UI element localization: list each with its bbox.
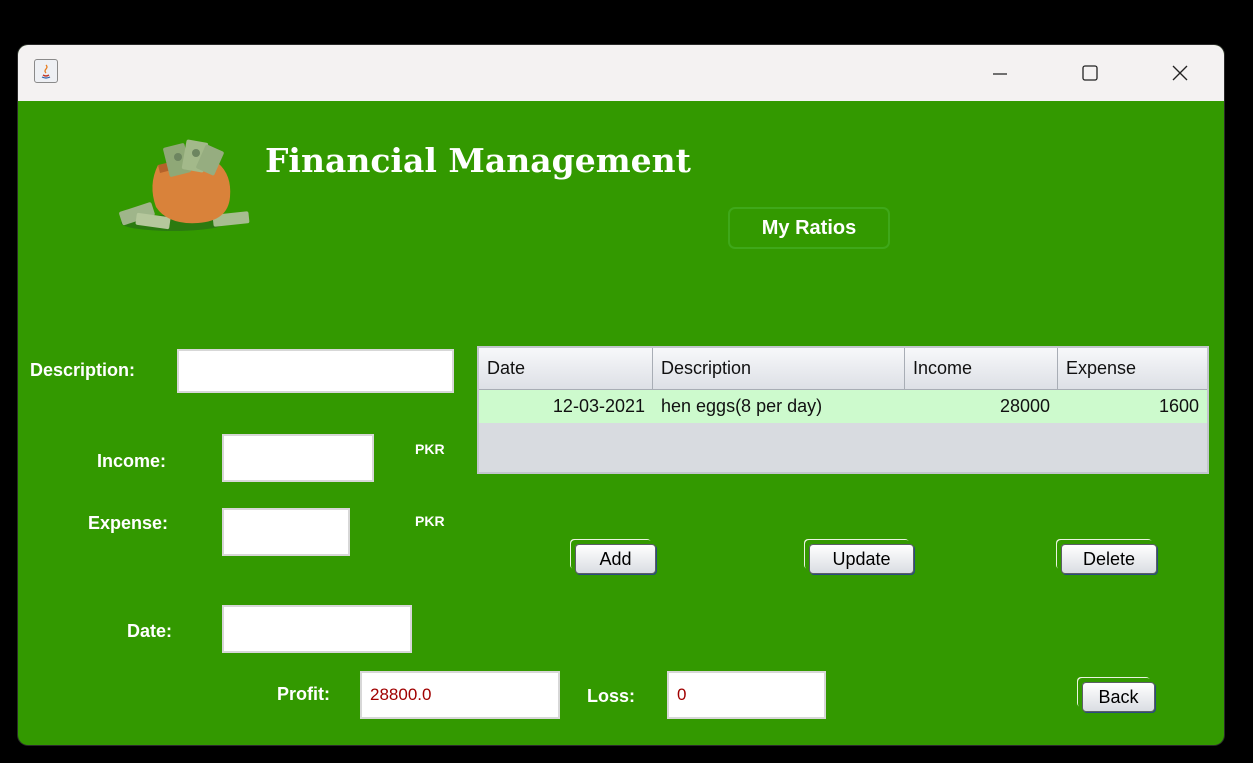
add-button[interactable]: Add (575, 544, 656, 574)
expense-label: Expense: (88, 513, 169, 533)
cell-expense: 1600 (1158, 396, 1199, 416)
income-label: Income: (97, 451, 167, 471)
java-app-icon (34, 59, 58, 83)
table-row[interactable]: 12-03-2021 hen eggs(8 per day) 28000 160… (479, 390, 1207, 423)
loss-field[interactable] (667, 671, 826, 719)
column-header-date[interactable]: Date (479, 348, 653, 389)
income-input[interactable] (222, 434, 374, 482)
loss-label: Loss: (587, 686, 636, 706)
close-icon (1172, 65, 1188, 81)
table-header: Date Description Income Expense (479, 348, 1207, 390)
expense-unit-label: PKR (415, 513, 445, 529)
column-header-expense[interactable]: Expense (1058, 348, 1207, 389)
transactions-table: Date Description Income Expense 12-03-20… (477, 346, 1209, 474)
profit-field[interactable] (360, 671, 560, 719)
maximize-button[interactable] (1060, 45, 1120, 101)
expense-input[interactable] (222, 508, 350, 556)
main-panel: Financial Management My Ratios Descripti… (18, 101, 1224, 745)
column-header-description[interactable]: Description (653, 348, 905, 389)
cell-description: hen eggs(8 per day) (661, 396, 823, 416)
income-unit-label: PKR (415, 441, 445, 457)
column-header-income[interactable]: Income (905, 348, 1058, 389)
cell-income: 28000 (999, 396, 1050, 416)
description-input[interactable] (177, 349, 454, 393)
date-label: Date: (127, 621, 173, 641)
delete-button[interactable]: Delete (1061, 544, 1157, 574)
money-bag-icon (119, 139, 250, 231)
app-window: Financial Management My Ratios Descripti… (18, 45, 1224, 745)
description-label: Description: (30, 360, 136, 380)
my-ratios-button[interactable]: My Ratios (728, 207, 890, 249)
minimize-button[interactable] (970, 45, 1030, 101)
back-button[interactable]: Back (1082, 682, 1155, 712)
profit-label: Profit: (277, 684, 330, 704)
update-button[interactable]: Update (809, 544, 914, 574)
maximize-icon (1082, 65, 1098, 81)
title-bar (18, 45, 1224, 101)
cell-date: 12-03-2021 (552, 396, 645, 416)
app-title: Financial Management (265, 141, 691, 180)
minimize-icon (993, 73, 1007, 75)
date-input[interactable] (222, 605, 412, 653)
close-button[interactable] (1150, 45, 1210, 101)
